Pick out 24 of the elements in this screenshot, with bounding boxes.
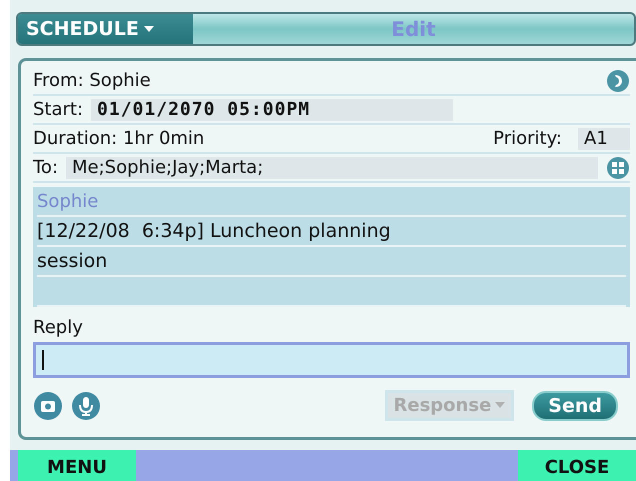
priority-label: Priority:: [493, 128, 562, 149]
softkey-button[interactable]: CLOSE: [518, 450, 636, 481]
caret-icon: [495, 402, 506, 409]
from-label: From: Sophie: [33, 70, 151, 91]
to-label: To:: [33, 157, 58, 178]
send-button[interactable]: Send: [532, 390, 618, 420]
message-text: [12/22/08 6:34p] Luncheon planning: [37, 220, 391, 242]
text-cursor: [42, 350, 44, 370]
address-book-icon[interactable]: [606, 156, 630, 180]
camera-icon[interactable]: [33, 390, 63, 420]
start-date-field[interactable]: 01/01/2070 05:00PM: [91, 98, 454, 120]
reply-input-field[interactable]: [33, 342, 630, 378]
softkey-button[interactable]: MENU: [18, 450, 136, 481]
recipients-field[interactable]: Me;Sophie;Jay;Marta;: [66, 156, 598, 178]
reply-label: Reply: [33, 317, 84, 338]
duration-label: Duration: 1hr 0min: [33, 128, 204, 149]
caret-icon: [142, 25, 155, 33]
sender-name: Sophie: [37, 190, 98, 212]
screen-title: Edit: [390, 16, 437, 43]
schedule-menu-button[interactable]: SCHEDULE: [18, 14, 193, 44]
microphone-icon[interactable]: [71, 390, 101, 420]
priority-field[interactable]: A1: [578, 128, 630, 150]
message-text: session: [37, 250, 108, 272]
start-label: Start:: [33, 99, 84, 120]
